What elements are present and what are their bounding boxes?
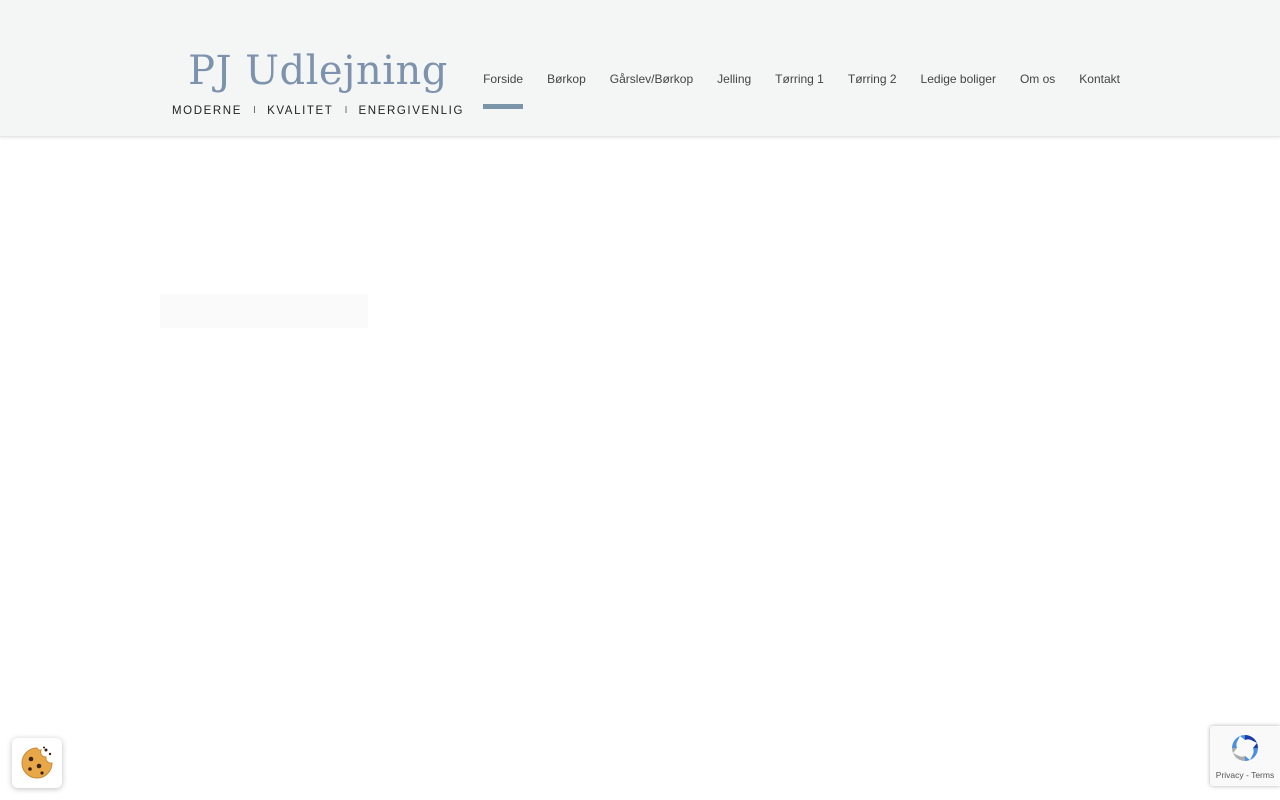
site-logo[interactable]: PJ Udlejning MODERNE I KVALITET I ENERGI… bbox=[172, 44, 464, 124]
nav-item-om-os[interactable]: Om os bbox=[1008, 70, 1067, 88]
nav-item-kontakt[interactable]: Kontakt bbox=[1067, 70, 1120, 88]
recaptcha-link-separator: - bbox=[1243, 770, 1252, 780]
recaptcha-badge[interactable]: Privacy - Terms bbox=[1210, 726, 1280, 786]
logo-title: PJ Udlejning bbox=[188, 48, 448, 94]
cookie-settings-button[interactable] bbox=[12, 738, 62, 788]
hero-heading-faded bbox=[160, 208, 760, 254]
nav-item-garslev-borkop[interactable]: Gårslev/Børkop bbox=[598, 70, 705, 88]
site-header: PJ Udlejning MODERNE I KVALITET I ENERGI… bbox=[0, 0, 1280, 137]
nav-item-borkop[interactable]: Børkop bbox=[535, 70, 598, 88]
main-nav: Forside Børkop Gårslev/Børkop Jelling Tø… bbox=[483, 70, 1120, 109]
recaptcha-icon bbox=[1232, 735, 1258, 761]
tagline-separator: I bbox=[253, 105, 256, 116]
nav-item-torring-2[interactable]: Tørring 2 bbox=[836, 70, 909, 88]
tagline-word-kvalitet: KVALITET bbox=[267, 105, 334, 117]
nav-item-torring-1[interactable]: Tørring 1 bbox=[763, 70, 836, 88]
tagline-word-energivenlig: ENERGIVENLIG bbox=[358, 105, 464, 117]
nav-item-jelling[interactable]: Jelling bbox=[705, 70, 763, 88]
logo-tagline: MODERNE I KVALITET I ENERGIVENLIG bbox=[172, 104, 464, 118]
tagline-word-moderne: MODERNE bbox=[172, 105, 242, 117]
nav-item-forside[interactable]: Forside bbox=[483, 70, 535, 109]
hero-button-faded bbox=[160, 294, 368, 328]
recaptcha-terms-link[interactable]: Terms bbox=[1251, 770, 1274, 780]
tagline-separator: I bbox=[344, 105, 348, 116]
cookie-icon bbox=[21, 746, 53, 779]
nav-item-ledige-boliger[interactable]: Ledige boliger bbox=[909, 70, 1008, 88]
recaptcha-privacy-link[interactable]: Privacy bbox=[1216, 770, 1244, 780]
recaptcha-links: Privacy - Terms bbox=[1210, 770, 1280, 780]
